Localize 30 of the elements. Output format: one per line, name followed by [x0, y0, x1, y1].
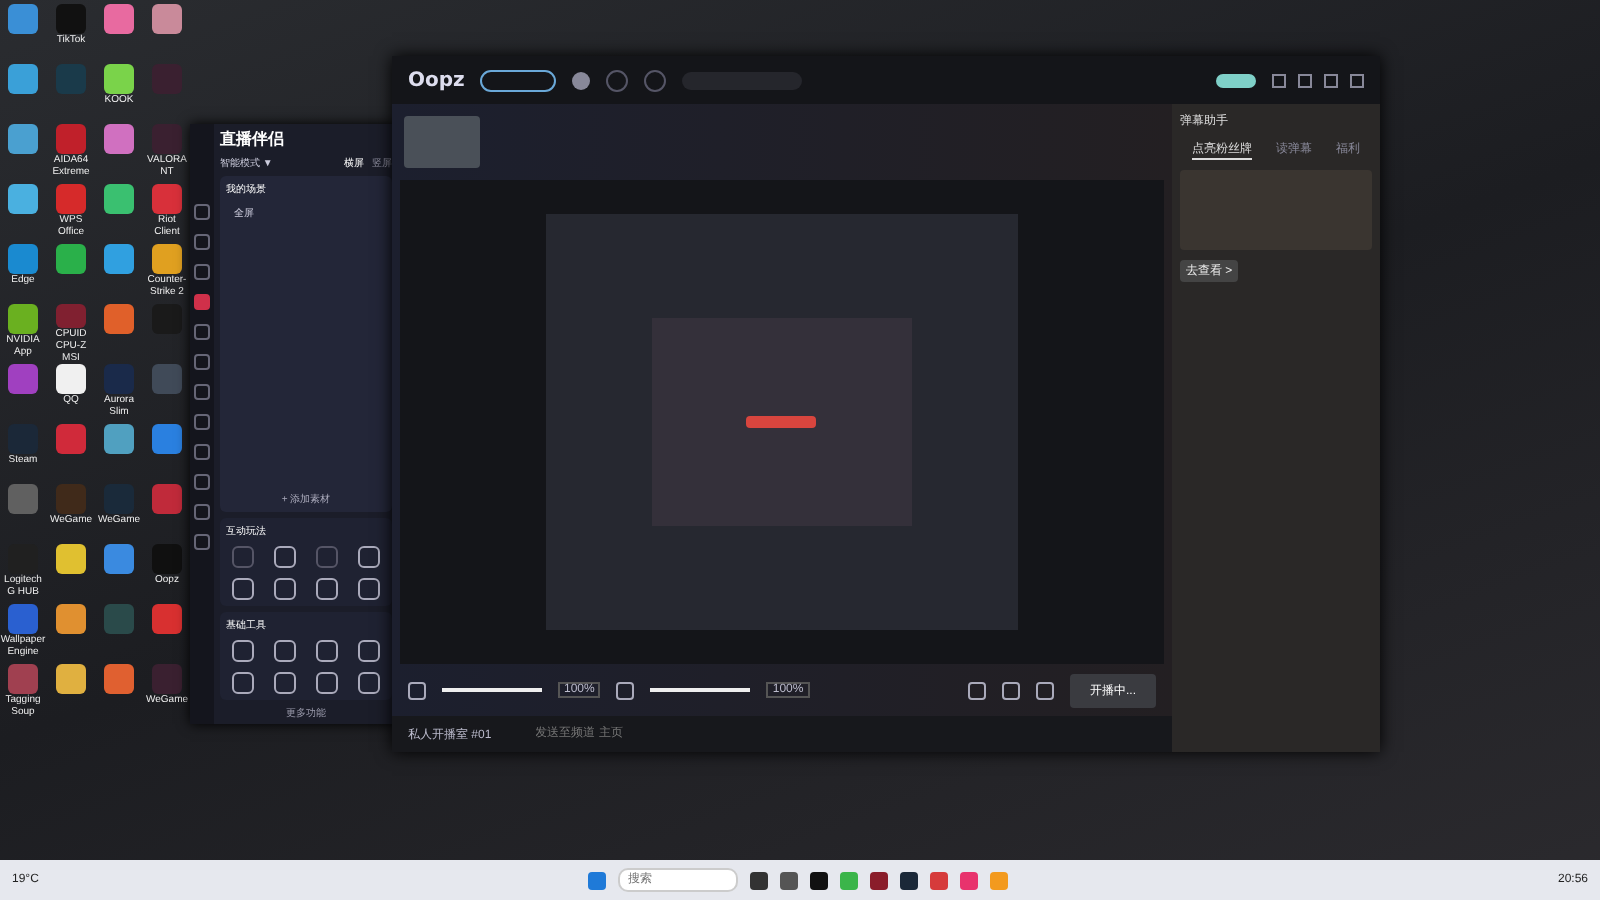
app-icon[interactable] [56, 544, 86, 574]
app-icon[interactable] [104, 64, 134, 94]
voice-controls[interactable] [480, 69, 557, 91]
tool-icon[interactable] [231, 578, 254, 600]
app-icon[interactable] [152, 244, 182, 274]
app-icon[interactable] [8, 184, 38, 214]
tool-icon[interactable] [273, 640, 296, 662]
app-icon[interactable] [56, 604, 86, 634]
tool-icon[interactable] [273, 672, 296, 694]
circle-icon[interactable] [606, 69, 629, 91]
stream-thumbnail [404, 116, 480, 168]
app-icon[interactable] [104, 184, 134, 214]
tool-icon[interactable] [231, 672, 254, 694]
tool-icon[interactable] [273, 578, 296, 600]
app-logo: Oopz [408, 69, 465, 91]
tool-icon[interactable] [316, 640, 339, 662]
tool-icon[interactable] [358, 578, 381, 600]
tool-icon[interactable] [358, 546, 381, 568]
tool-icon[interactable] [273, 546, 296, 568]
tool-icon[interactable] [316, 578, 339, 600]
tool-icon[interactable] [316, 672, 339, 694]
app-title: 直播伴侣 [220, 128, 286, 150]
tool-icon[interactable] [358, 640, 381, 662]
tool-icon[interactable] [358, 672, 381, 694]
status-badge[interactable] [1216, 73, 1256, 87]
avatar-icon[interactable] [572, 71, 591, 89]
app-icon[interactable] [56, 664, 86, 694]
tool-icon[interactable] [231, 640, 254, 662]
app-icon[interactable] [8, 304, 38, 334]
app-icon[interactable] [56, 364, 86, 394]
